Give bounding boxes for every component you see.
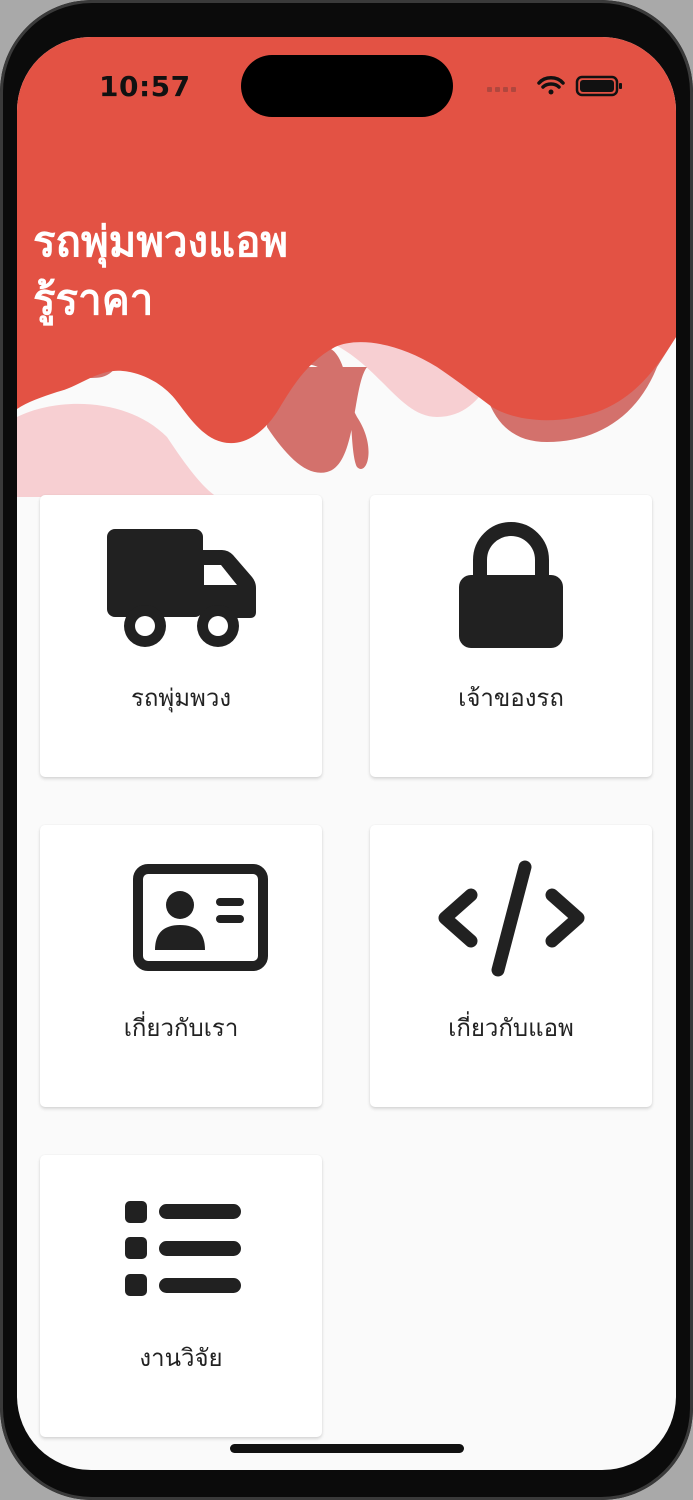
truck-icon [107, 529, 256, 647]
menu-card-label: เกี่ยวกับเรา [123, 1014, 239, 1042]
home-indicator[interactable] [230, 1444, 464, 1453]
menu-card-label: รถพุ่มพวง [130, 684, 232, 712]
title-line-1: รถพุ่มพวงแอพ [33, 217, 289, 266]
menu-card-label: งานวิจัย [139, 1344, 223, 1372]
status-time: 10:57 [99, 70, 191, 103]
menu-card-about-app[interactable]: เกี่ยวกับแอพ [370, 825, 652, 1107]
menu-card-label: เกี่ยวกับแอพ [448, 1014, 574, 1042]
title-line-2: รู้ราคา [33, 275, 154, 324]
battery-icon [575, 75, 622, 97]
id-card-icon [133, 864, 268, 971]
lock-icon [459, 522, 563, 648]
list-icon [125, 1201, 241, 1296]
menu-card-research[interactable]: งานวิจัย [40, 1155, 322, 1437]
code-icon [438, 860, 585, 977]
page-title: รถพุ่มพวงแอพ รู้ราคา [33, 213, 393, 329]
dynamic-island [241, 55, 453, 117]
wave-light [17, 403, 217, 497]
status-icons [487, 75, 622, 97]
device-frame: 10:57 รถพุ่มพวงแอพ รู้ราคา รถพุ่มพวง เจ้… [0, 0, 693, 1500]
cellular-icon [487, 87, 516, 92]
menu-card-truck[interactable]: รถพุ่มพวง [40, 495, 322, 777]
wifi-icon [537, 76, 565, 95]
menu-card-about-us[interactable]: เกี่ยวกับเรา [40, 825, 322, 1107]
menu-card-label: เจ้าของรถ [458, 684, 564, 712]
app-screen: 10:57 รถพุ่มพวงแอพ รู้ราคา รถพุ่มพวง เจ้… [17, 37, 676, 1470]
menu-card-owner[interactable]: เจ้าของรถ [370, 495, 652, 777]
